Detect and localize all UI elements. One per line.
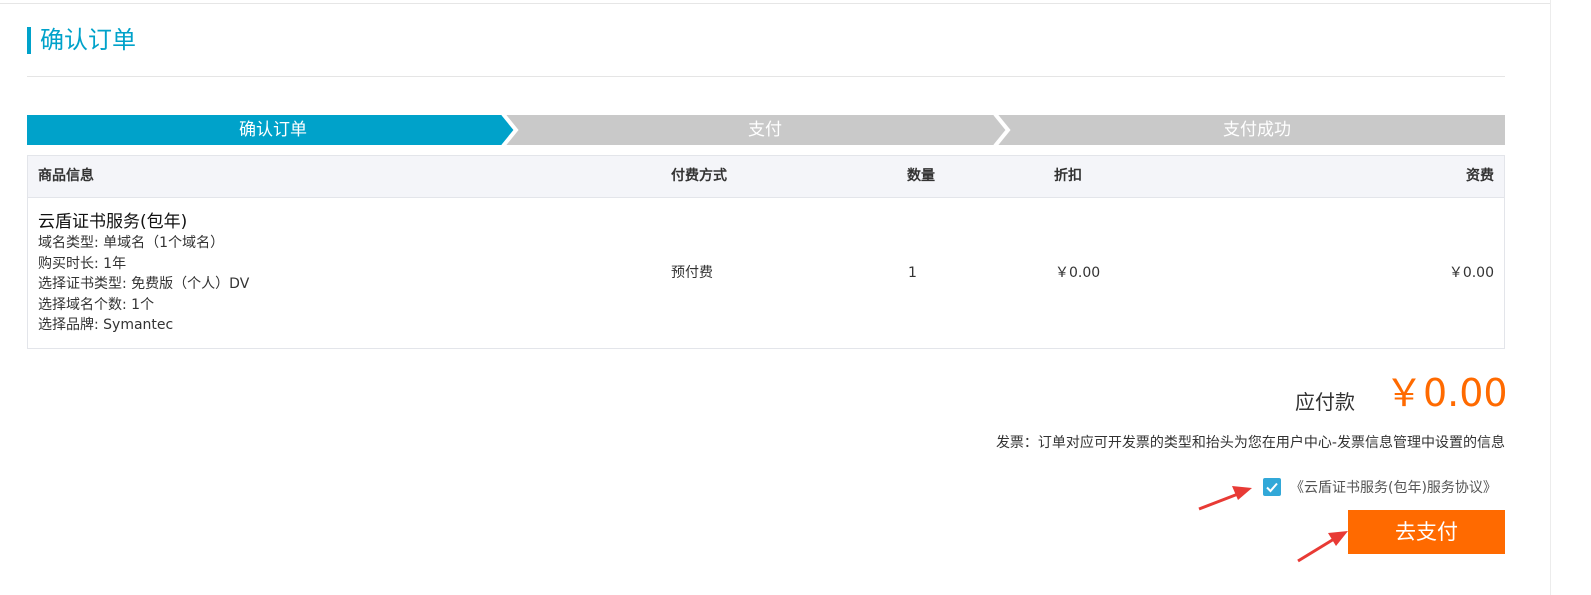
arrow-to-pay-button-icon bbox=[1297, 531, 1348, 563]
annotation-arrows bbox=[1198, 486, 1348, 563]
arrow-to-checkbox-icon bbox=[1198, 486, 1252, 511]
